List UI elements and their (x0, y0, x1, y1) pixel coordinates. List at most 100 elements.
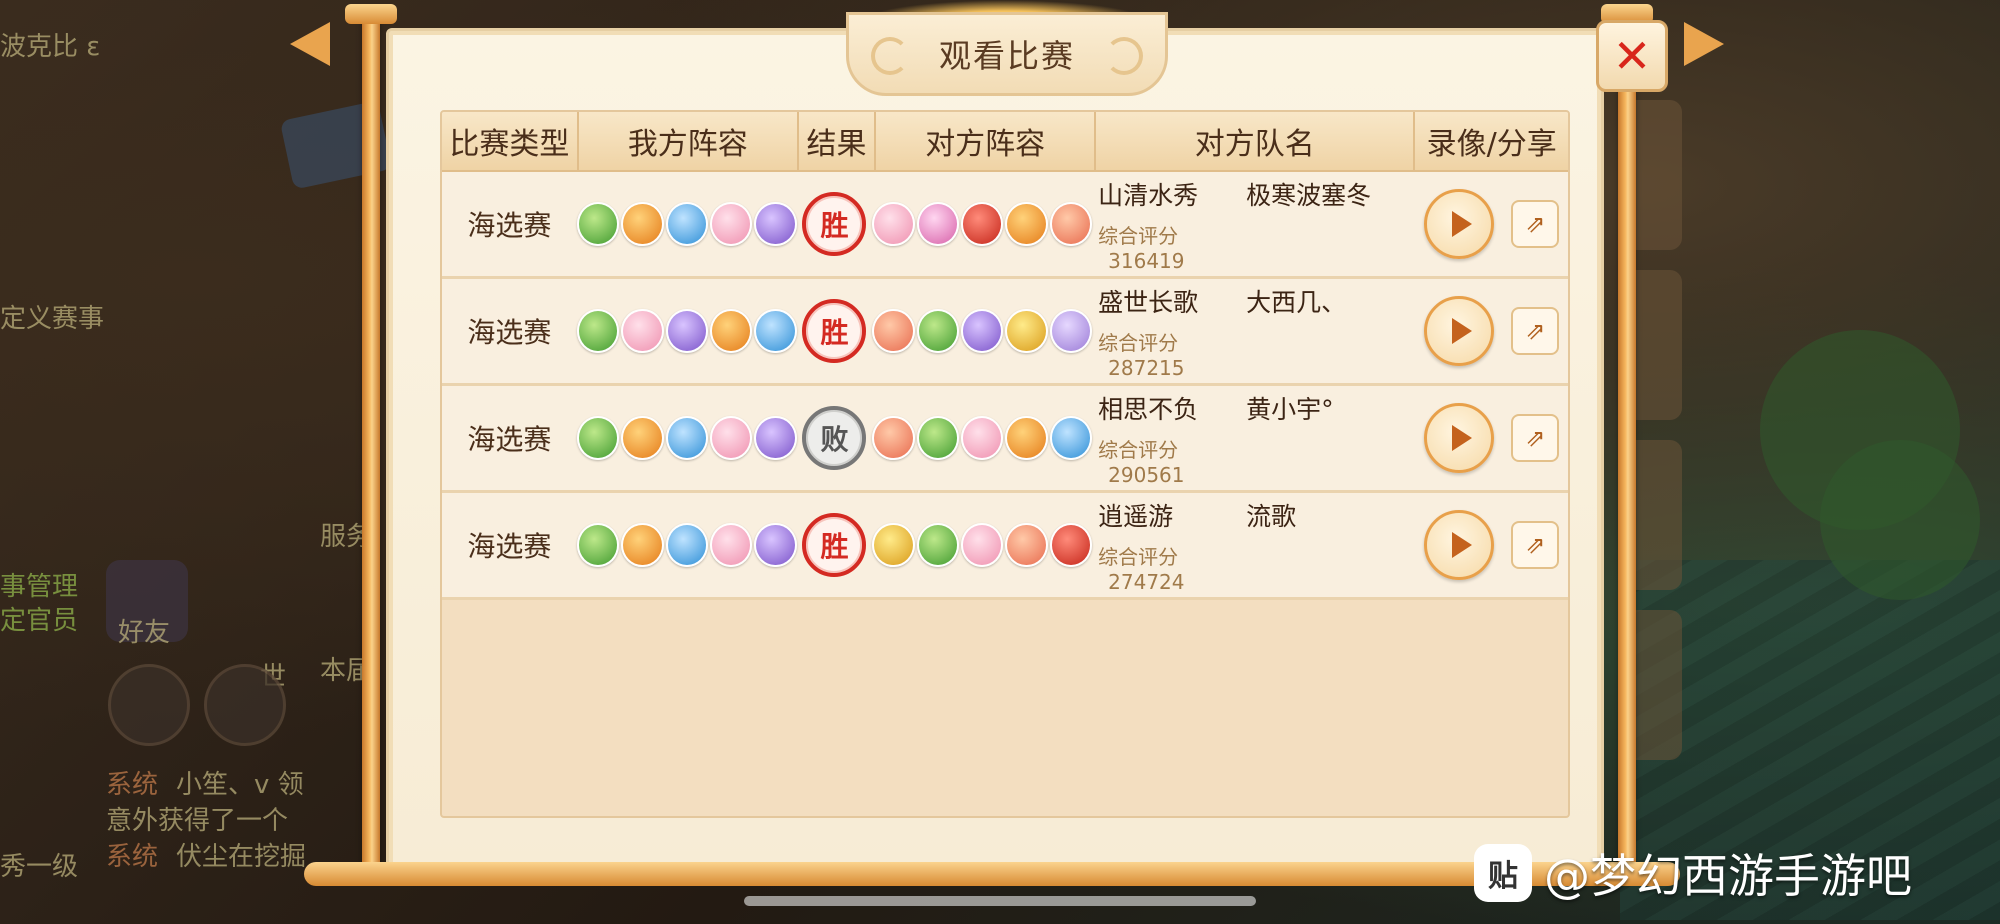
school-blue-icon (665, 523, 709, 567)
match-type: 海选赛 (467, 530, 552, 563)
result-cell: 胜 (797, 172, 872, 276)
school-magenta-icon (916, 202, 959, 246)
table-row: 海选赛 胜 盛世长歌 大西几、 综合评分 287215 ⇗ (442, 279, 1568, 386)
opponent-names: 盛世长歌 大西几、 (1098, 283, 1346, 319)
header-my-lineup: 我方阵容 (579, 112, 799, 170)
school-pink-icon (960, 523, 1004, 567)
school-blue-icon (665, 416, 709, 460)
opponent-score: 综合评分 287215 (1098, 327, 1184, 380)
score-value: 274724 (1108, 569, 1185, 594)
school-purple-icon (754, 523, 797, 567)
my-lineup (576, 279, 797, 383)
chat-system-tag: 系统 (106, 842, 159, 872)
opponent-score: 综合评分 316419 (1098, 220, 1184, 273)
header-opponent-lineup: 对方阵容 (876, 112, 1097, 170)
score-label: 综合评分 (1098, 437, 1179, 462)
chat-line: 小笙、v 领 (176, 770, 304, 800)
my-lineup (576, 493, 797, 597)
score-label: 综合评分 (1098, 330, 1179, 355)
tieba-logo-icon: 贴 (1474, 844, 1532, 902)
opponent-team: 山清水秀 极寒波塞冬 综合评分 316419 (1092, 172, 1415, 276)
play-icon (1452, 532, 1472, 558)
scroll-rod-right (1618, 14, 1636, 874)
my-lineup (576, 386, 797, 490)
share-button[interactable]: ⇗ (1511, 200, 1560, 248)
opponent-team: 盛世长歌 大西几、综合评分 287215 (1092, 279, 1415, 383)
result-seal: 胜 (802, 513, 867, 577)
opponent-player-name: 盛世长歌 (1098, 287, 1199, 317)
result-seal: 败 (802, 406, 867, 470)
dialog-title: 观看比赛 (938, 37, 1075, 75)
scroll-spike-left (290, 22, 330, 66)
header-match-type: 比赛类型 (442, 112, 579, 170)
school-yellow-icon (1005, 309, 1048, 353)
play-icon (1452, 318, 1472, 344)
school-green-icon (916, 416, 959, 460)
result-cell: 败 (797, 386, 872, 490)
watermark: 贴 @梦幻西游手游吧 (1474, 840, 1912, 906)
school-orange-icon (621, 523, 664, 567)
chat-line: 伏尘在挖掘 (176, 842, 307, 872)
share-icon: ⇗ (1525, 317, 1546, 345)
header-result: 结果 (799, 112, 877, 170)
school-green-icon (576, 309, 620, 353)
result-seal: 胜 (802, 192, 867, 256)
share-icon: ⇗ (1525, 424, 1546, 452)
play-replay-button[interactable] (1424, 296, 1494, 366)
school-pink-icon (621, 309, 664, 353)
scroll-cap (345, 4, 397, 24)
school-red-icon (960, 202, 1004, 246)
school-orange-icon (621, 202, 664, 246)
school-orange-icon (1005, 416, 1048, 460)
opponent-names: 相思不负 黄小宇° (1098, 390, 1334, 426)
table-body: 海选赛胜山清水秀 极寒波塞冬 综合评分 316419 ⇗ 海选赛胜盛世长歌 大西几、 综合评分… (442, 172, 1568, 600)
opponent-lineup (872, 493, 1093, 597)
replay-share-cell: ⇗ (1415, 279, 1568, 383)
school-orange-icon (1005, 202, 1048, 246)
school-purple-icon (665, 309, 709, 353)
microphone-icon (204, 664, 286, 746)
school-orange-icon (621, 416, 664, 460)
score-label: 综合评分 (1098, 544, 1179, 569)
replay-share-cell: ⇗ (1415, 386, 1568, 490)
school-pink-icon (872, 202, 915, 246)
school-purple-icon (754, 202, 797, 246)
school-purple-icon (754, 416, 797, 460)
play-replay-button[interactable] (1424, 403, 1494, 473)
opponent-lineup (872, 279, 1093, 383)
school-pink-icon (710, 523, 753, 567)
share-button[interactable]: ⇗ (1511, 521, 1560, 569)
chat-icon (108, 664, 190, 746)
school-salmon-icon (1005, 523, 1048, 567)
share-icon: ⇗ (1525, 531, 1546, 559)
replay-share-cell: ⇗ (1415, 493, 1568, 597)
table-row: 海选赛 胜 山清水秀 极寒波塞冬 综合评分 316419 ⇗ (442, 172, 1568, 279)
result-seal: 胜 (802, 299, 867, 363)
school-salmon-icon (1049, 202, 1093, 246)
school-pink-icon (710, 202, 753, 246)
school-violet-icon (1049, 309, 1093, 353)
share-button[interactable]: ⇗ (1511, 307, 1560, 355)
replay-share-cell: ⇗ (1415, 172, 1568, 276)
bg-custom-event: 定义赛事 (0, 304, 105, 334)
table-header: 比赛类型 我方阵容 结果 对方阵容 对方队名 录像/分享 (442, 112, 1568, 172)
match-type: 海选赛 (467, 209, 552, 242)
scroll-rod-left (362, 14, 380, 874)
school-yellow-icon (872, 523, 915, 567)
share-button[interactable]: ⇗ (1511, 414, 1560, 462)
opponent-names: 逍遥游 流歌 (1098, 497, 1296, 533)
school-purple-icon (960, 309, 1004, 353)
play-icon (1452, 211, 1472, 237)
result-cell: 胜 (797, 279, 872, 383)
play-replay-button[interactable] (1424, 189, 1494, 259)
school-green-icon (916, 523, 959, 567)
school-pink-icon (710, 416, 753, 460)
close-button[interactable]: ✕ (1596, 20, 1668, 92)
school-salmon-icon (872, 416, 915, 460)
table-row: 海选赛 胜 逍遥游 流歌综合评分 274724 ⇗ (442, 493, 1568, 600)
play-replay-button[interactable] (1424, 510, 1494, 580)
score-label: 综合评分 (1098, 223, 1179, 248)
home-indicator[interactable] (744, 896, 1256, 906)
school-blue-icon (754, 309, 797, 353)
chat-system-tag: 系统 (106, 770, 159, 800)
